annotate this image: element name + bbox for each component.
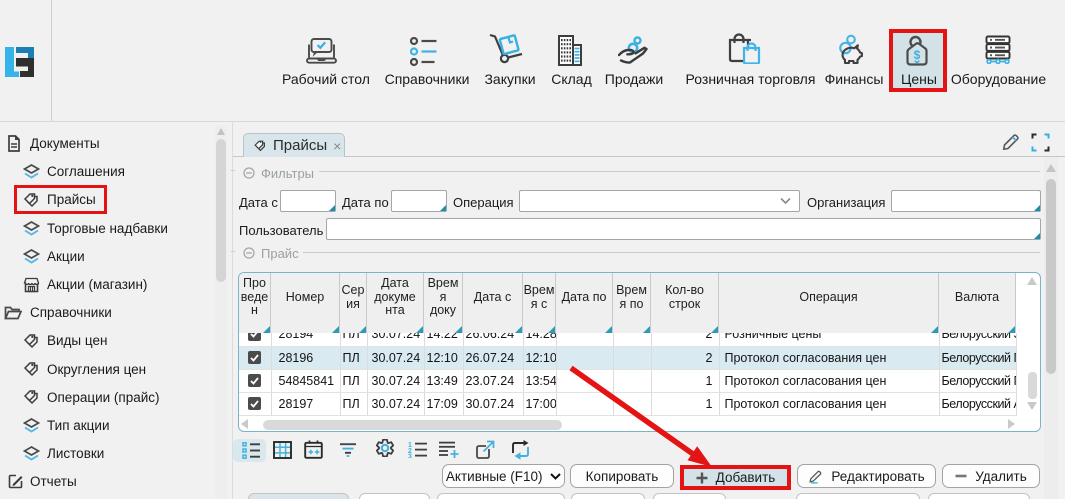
- svg-text:3: 3: [408, 454, 412, 459]
